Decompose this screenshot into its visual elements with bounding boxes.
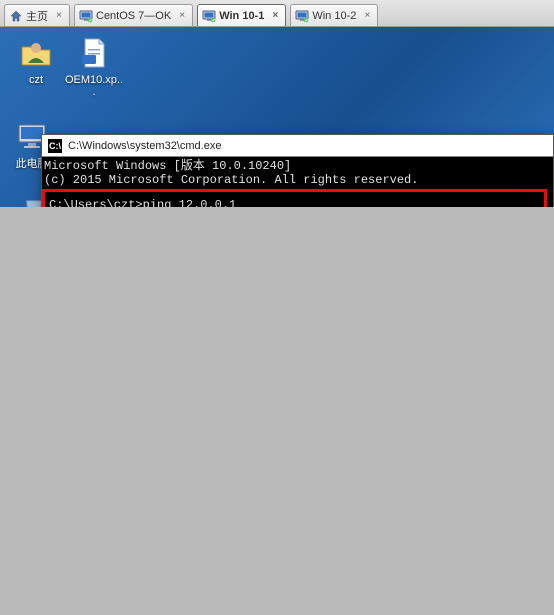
close-icon[interactable]: × bbox=[53, 10, 65, 22]
tab-label: 主页 bbox=[26, 8, 48, 24]
close-icon[interactable]: × bbox=[269, 10, 281, 22]
tab-win10-1[interactable]: Win 10-1 × bbox=[197, 4, 286, 26]
tab-label: CentOS 7—OK bbox=[96, 10, 171, 22]
cmd-titlebar[interactable]: C:\ C:\Windows\system32\cmd.exe bbox=[42, 135, 553, 157]
file-oem-icon[interactable]: OEM10.xp... bbox=[64, 35, 124, 98]
tab-label: Win 10-2 bbox=[312, 10, 356, 22]
cmd-output-line: Microsoft Windows [版本 10.0.10240] bbox=[42, 159, 553, 173]
monitor-icon bbox=[202, 9, 216, 23]
icon-label: czt bbox=[6, 74, 66, 86]
user-folder-icon[interactable]: czt bbox=[6, 35, 66, 86]
tab-home[interactable]: 主页 × bbox=[4, 4, 70, 26]
icon-label: OEM10.xp... bbox=[64, 74, 124, 98]
cmd-title-text: C:\Windows\system32\cmd.exe bbox=[68, 140, 221, 152]
close-icon[interactable]: × bbox=[176, 10, 188, 22]
monitor-icon bbox=[295, 9, 309, 23]
tab-win10-2[interactable]: Win 10-2 × bbox=[290, 4, 378, 26]
monitor-icon bbox=[79, 9, 93, 23]
cmd-output-line: (c) 2015 Microsoft Corporation. All righ… bbox=[42, 173, 553, 187]
cropped-area bbox=[0, 207, 554, 615]
desktop[interactable]: czt OEM10.xp... 此电脑 bbox=[0, 27, 554, 207]
document-icon bbox=[76, 35, 112, 71]
tab-strip: 主页 × CentOS 7—OK × Win 10-1 × Win 10-2 × bbox=[0, 0, 554, 27]
tab-label: Win 10-1 bbox=[219, 10, 264, 22]
close-icon[interactable]: × bbox=[361, 10, 373, 22]
home-icon bbox=[9, 9, 23, 23]
tab-centos[interactable]: CentOS 7—OK × bbox=[74, 4, 193, 26]
cmd-icon: C:\ bbox=[48, 139, 62, 153]
person-folder-icon bbox=[18, 35, 54, 71]
